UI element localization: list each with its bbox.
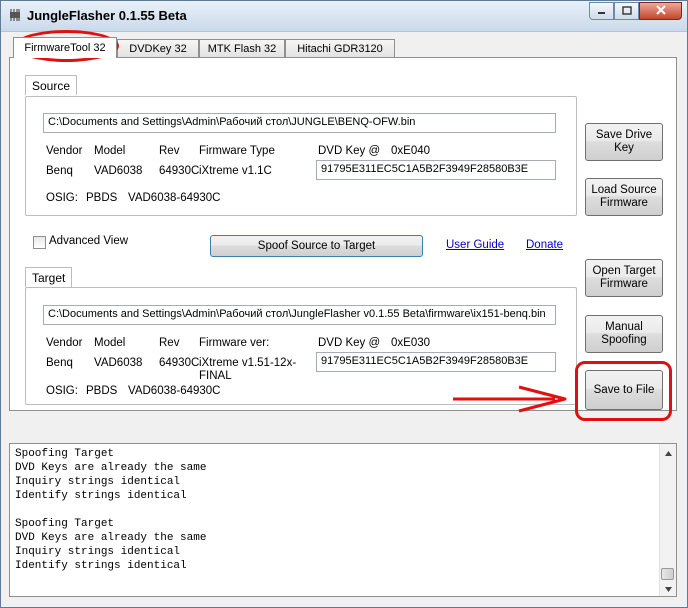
- log-line: Identify strings identical: [15, 560, 187, 572]
- target-rev-value: 64930C: [159, 357, 200, 369]
- minimize-icon: [597, 4, 606, 18]
- load-source-firmware-button[interactable]: Load Source Firmware: [585, 178, 663, 216]
- source-vendor-header: Vendor: [46, 145, 83, 157]
- target-path-field[interactable]: C:\Documents and Settings\Admin\Рабочий …: [43, 305, 556, 325]
- target-label: Target: [25, 267, 73, 287]
- source-vendor-value: Benq: [46, 165, 73, 177]
- source-rev-header: Rev: [159, 145, 180, 157]
- chip-icon: [7, 9, 23, 21]
- target-rev-header: Rev: [159, 337, 180, 349]
- source-fw-value: iXtreme v1.1C: [199, 165, 272, 177]
- window-title: JungleFlasher 0.1.55 Beta: [27, 8, 187, 23]
- scroll-thumb[interactable]: [661, 568, 674, 580]
- tab-mtk-flash-32[interactable]: MTK Flash 32: [199, 39, 285, 57]
- source-osig-label: OSIG:: [46, 192, 78, 204]
- source-osig-model: VAD6038-64930C: [128, 192, 221, 204]
- target-vendor-value: Benq: [46, 357, 73, 369]
- log-line: Inquiry strings identical: [15, 476, 181, 488]
- tab-dvdkey-32[interactable]: DVDKey 32: [117, 39, 199, 57]
- target-fw-header: Firmware ver:: [199, 337, 270, 349]
- target-model-value: VAD6038: [94, 357, 143, 369]
- target-fw-value-line2: FINAL: [199, 370, 232, 382]
- open-target-firmware-button[interactable]: Open Target Firmware: [585, 259, 663, 297]
- app-window: JungleFlasher 0.1.55 Beta FirmwareTool 3…: [0, 0, 688, 608]
- target-dvdkey-header: DVD Key @: [318, 337, 381, 349]
- user-guide-link[interactable]: User Guide: [446, 239, 504, 251]
- tab-firmwaretool-32[interactable]: FirmwareTool 32: [13, 37, 117, 58]
- log-line: Spoofing Target: [15, 448, 115, 460]
- source-dvd-key-field[interactable]: 91795E311EC5C1A5B2F3949F28580B3E: [316, 160, 556, 180]
- scroll-up-button[interactable]: [660, 444, 676, 460]
- source-dvdkey-header: DVD Key @: [318, 145, 381, 157]
- donate-link[interactable]: Donate: [526, 239, 563, 251]
- close-icon: [655, 4, 666, 18]
- firmwaretool-panel: Source C:\Documents and Settings\Admin\Р…: [9, 57, 677, 411]
- arrow-up-icon: [664, 445, 672, 459]
- save-button-highlight: [575, 361, 672, 421]
- log-lines: Spoofing Target DVD Keys are already the…: [15, 447, 206, 573]
- target-vendor-header: Vendor: [46, 337, 83, 349]
- log-line: Spoofing Target: [15, 518, 115, 530]
- target-dvd-key-field[interactable]: 91795E311EC5C1A5B2F3949F28580B3E: [316, 352, 556, 372]
- target-fw-value-line1: iXtreme v1.51-12x-: [199, 357, 297, 369]
- maximize-button[interactable]: [614, 2, 639, 20]
- target-osig-model: VAD6038-64930C: [128, 385, 221, 397]
- source-osig-vendor: PBDS: [86, 192, 118, 204]
- source-fw-header: Firmware Type: [199, 145, 275, 157]
- target-model-header: Model: [94, 337, 126, 349]
- manual-spoofing-button[interactable]: Manual Spoofing: [585, 315, 663, 353]
- source-rev-value: 64930C: [159, 165, 200, 177]
- arrow-right-icon: [453, 385, 567, 413]
- target-osig-vendor: PBDS: [86, 385, 118, 397]
- advanced-view-checkbox[interactable]: [33, 236, 46, 249]
- close-button[interactable]: [639, 2, 682, 20]
- source-dvdkey-address: 0xE040: [391, 145, 431, 157]
- log-line: Identify strings identical: [15, 490, 187, 502]
- target-dvdkey-address: 0xE030: [391, 337, 431, 349]
- minimize-button[interactable]: [589, 2, 614, 20]
- save-drive-key-button[interactable]: Save Drive Key: [585, 123, 663, 161]
- maximize-icon: [621, 4, 632, 18]
- tab-hitachi-gdr3120[interactable]: Hitachi GDR3120: [285, 39, 395, 57]
- log-line: Inquiry strings identical: [15, 546, 181, 558]
- target-osig-label: OSIG:: [46, 385, 78, 397]
- log-line: DVD Keys are already the same: [15, 462, 207, 474]
- spoof-source-to-target-button[interactable]: Spoof Source to Target: [210, 235, 423, 257]
- advanced-view-label: Advanced View: [49, 235, 129, 247]
- scroll-down-button[interactable]: [660, 580, 676, 596]
- log-scrollbar[interactable]: [659, 444, 676, 596]
- title-bar[interactable]: JungleFlasher 0.1.55 Beta: [1, 1, 687, 32]
- source-model-header: Model: [94, 145, 126, 157]
- source-label: Source: [25, 75, 78, 95]
- source-model-value: VAD6038: [94, 165, 143, 177]
- log-output[interactable]: Spoofing Target DVD Keys are already the…: [9, 443, 677, 597]
- source-path-field[interactable]: C:\Documents and Settings\Admin\Рабочий …: [43, 113, 556, 133]
- arrow-down-icon: [664, 581, 672, 595]
- log-line: DVD Keys are already the same: [15, 532, 207, 544]
